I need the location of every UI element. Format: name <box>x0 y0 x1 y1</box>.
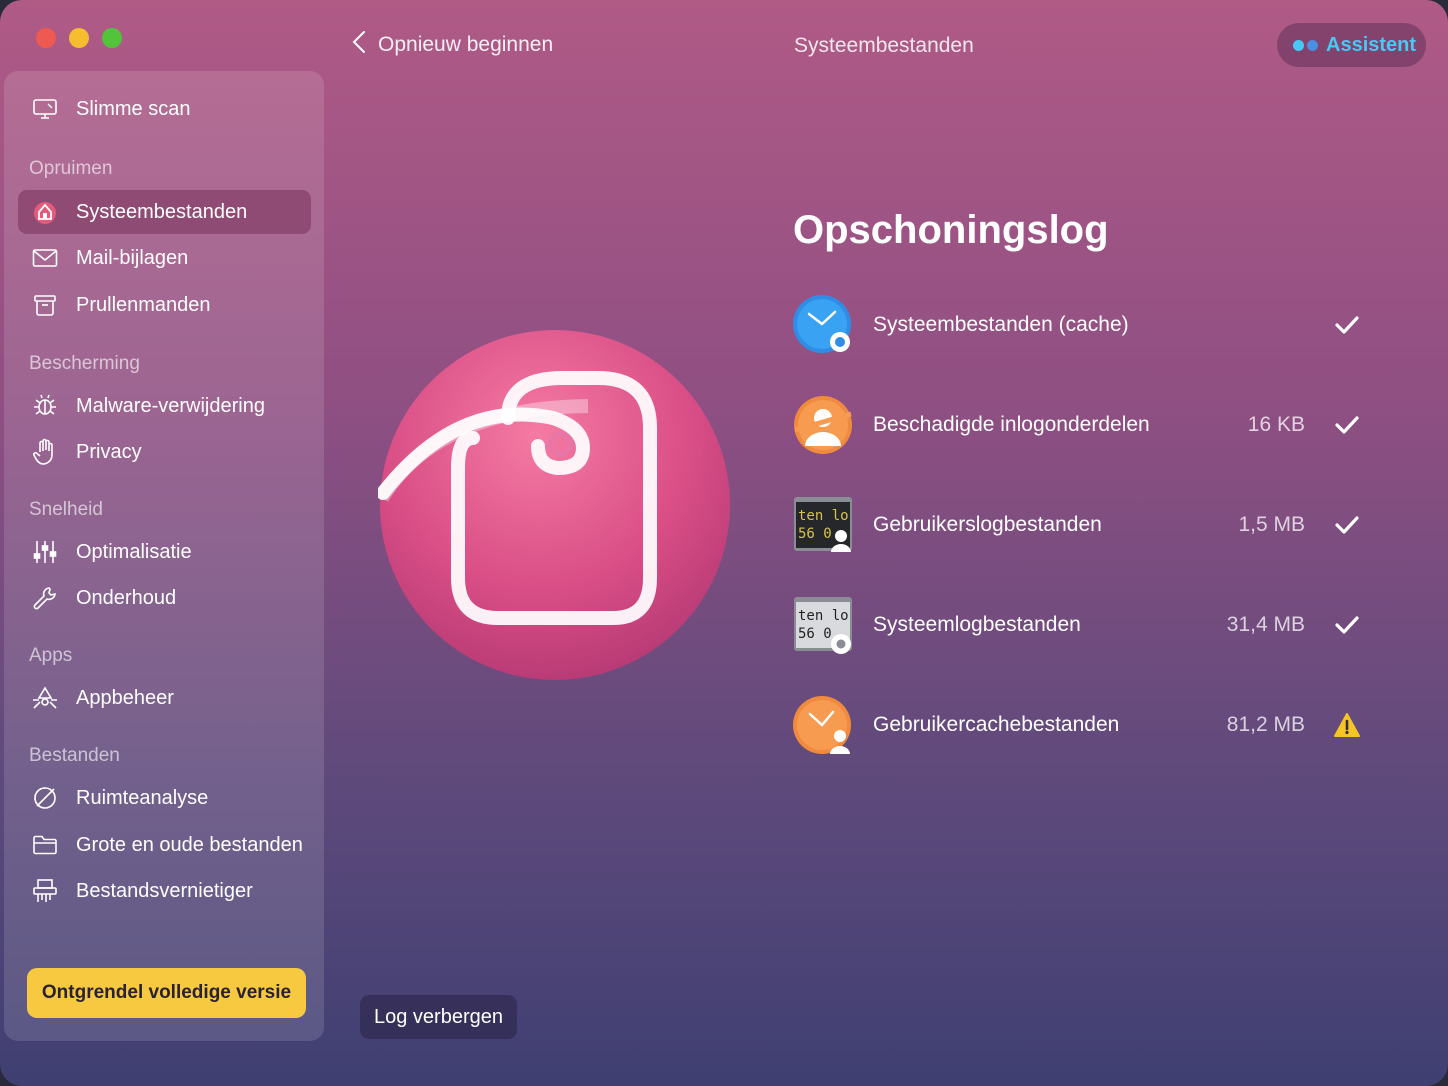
monitor-icon <box>30 94 60 124</box>
log-entry-name: Gebruikercachebestanden <box>873 713 1120 736</box>
minimize-window-button[interactable] <box>69 28 89 48</box>
log-entry: Gebruikercachebestanden 81,2 MB <box>793 693 1363 757</box>
log-entry-size: 31,4 MB <box>1226 613 1305 636</box>
assistant-button[interactable]: Assistent <box>1277 23 1426 67</box>
system-junk-icon <box>30 197 60 227</box>
sidebar-item-malware-removal[interactable]: Malware-verwijdering <box>18 384 311 428</box>
hand-icon <box>30 437 60 467</box>
assistant-label: Assistent <box>1326 33 1417 56</box>
trash-bin-icon <box>30 290 60 320</box>
sidebar-item-shredder[interactable]: Bestandsvernietiger <box>18 869 311 913</box>
log-entry: ten lo 56 0 Gebruikerslogbestanden 1,5 MB <box>793 493 1363 557</box>
sidebar-item-label: Mail-bijlagen <box>76 246 189 269</box>
section-title-cleanup: Opruimen <box>29 158 113 179</box>
sidebar-item-system-junk[interactable]: Systeembestanden <box>18 190 311 234</box>
sidebar-item-label: Ruimteanalyse <box>76 786 209 809</box>
shredder-icon <box>30 876 60 906</box>
broken-user-icon <box>793 394 855 456</box>
sidebar-item-label: Slimme scan <box>76 97 191 120</box>
sidebar: Slimme scan Opruimen Systeembestanden Ma… <box>4 71 324 1041</box>
section-title-protection: Bescherming <box>29 353 140 374</box>
log-entry-size: 81,2 MB <box>1226 713 1305 736</box>
back-label: Opnieuw beginnen <box>378 33 554 56</box>
sidebar-item-optimization[interactable]: Optimalisatie <box>18 530 311 574</box>
bug-icon <box>30 391 60 421</box>
checkmark-icon <box>1331 309 1363 341</box>
sidebar-item-space-lens[interactable]: Ruimteanalyse <box>18 776 311 820</box>
svg-text:ten lo: ten lo <box>798 608 849 624</box>
log-entry-size: 1,5 MB <box>1238 513 1305 536</box>
sidebar-item-label: Onderhoud <box>76 586 177 609</box>
hide-log-button[interactable]: Log verbergen <box>360 995 517 1039</box>
orange-clock-user-icon <box>793 694 855 756</box>
blue-clock-gear-icon <box>793 294 855 356</box>
sidebar-item-trash-bins[interactable]: Prullenmanden <box>18 283 311 327</box>
sidebar-item-label: Privacy <box>76 440 142 463</box>
app-manager-icon <box>30 683 60 713</box>
sidebar-item-label: Systeembestanden <box>76 200 248 223</box>
section-title-speed: Snelheid <box>29 499 103 520</box>
folder-icon <box>30 830 60 860</box>
svg-text:56 0: 56 0 <box>798 526 832 542</box>
checkmark-icon <box>1331 409 1363 441</box>
terminal-user-icon: ten lo 56 0 <box>793 494 855 556</box>
log-entry: Systeembestanden (cache) <box>793 293 1363 357</box>
svg-text:56 0: 56 0 <box>798 626 832 642</box>
sidebar-item-app-manager[interactable]: Appbeheer <box>18 676 311 720</box>
traffic-lights <box>36 28 122 48</box>
checkmark-icon <box>1331 609 1363 641</box>
warning-icon <box>1331 709 1363 741</box>
space-lens-icon <box>30 783 60 813</box>
envelope-icon <box>30 243 60 273</box>
log-entry: Beschadigde inlogonderdelen 16 KB <box>793 393 1363 457</box>
section-title-files: Bestanden <box>29 745 120 766</box>
sliders-icon <box>30 537 60 567</box>
chevron-left-icon <box>352 30 366 60</box>
sidebar-item-label: Optimalisatie <box>76 540 192 563</box>
log-heading: Opschoningslog <box>793 208 1109 252</box>
checkmark-icon <box>1331 509 1363 541</box>
window-title: Systeembestanden <box>794 34 974 57</box>
sidebar-item-label: Malware-verwijdering <box>76 394 265 417</box>
log-entry-name: Systeemlogbestanden <box>873 613 1081 636</box>
sidebar-item-label: Prullenmanden <box>76 293 211 316</box>
wrench-icon <box>30 583 60 613</box>
sidebar-item-mail-attachments[interactable]: Mail-bijlagen <box>18 236 311 280</box>
sidebar-item-privacy[interactable]: Privacy <box>18 430 311 474</box>
sidebar-item-smart-scan[interactable]: Slimme scan <box>18 87 311 131</box>
log-entry-name: Systeembestanden (cache) <box>873 313 1129 336</box>
system-junk-hero-icon <box>376 328 732 682</box>
back-button[interactable]: Opnieuw beginnen <box>352 30 553 60</box>
close-window-button[interactable] <box>36 28 56 48</box>
sidebar-item-label: Grote en oude bestanden <box>76 833 303 856</box>
svg-text:ten lo: ten lo <box>798 508 849 524</box>
zoom-window-button[interactable] <box>102 28 122 48</box>
log-entry: ten lo 56 0 Systeemlogbestanden 31,4 MB <box>793 593 1363 657</box>
assistant-dots-icon <box>1293 39 1318 51</box>
log-entry-name: Gebruikerslogbestanden <box>873 513 1102 536</box>
app-window: Slimme scan Opruimen Systeembestanden Ma… <box>0 0 1448 1086</box>
sidebar-item-label: Appbeheer <box>76 686 174 709</box>
section-title-apps: Apps <box>29 645 73 666</box>
sidebar-item-large-old-files[interactable]: Grote en oude bestanden <box>18 823 311 867</box>
sidebar-item-label: Bestandsvernietiger <box>76 879 253 902</box>
sidebar-item-maintenance[interactable]: Onderhoud <box>18 576 311 620</box>
log-entry-size: 16 KB <box>1247 413 1305 436</box>
unlock-full-version-button[interactable]: Ontgrendel volledige versie <box>27 968 306 1018</box>
log-entry-name: Beschadigde inlogonderdelen <box>873 413 1150 436</box>
terminal-gear-icon: ten lo 56 0 <box>793 594 855 656</box>
